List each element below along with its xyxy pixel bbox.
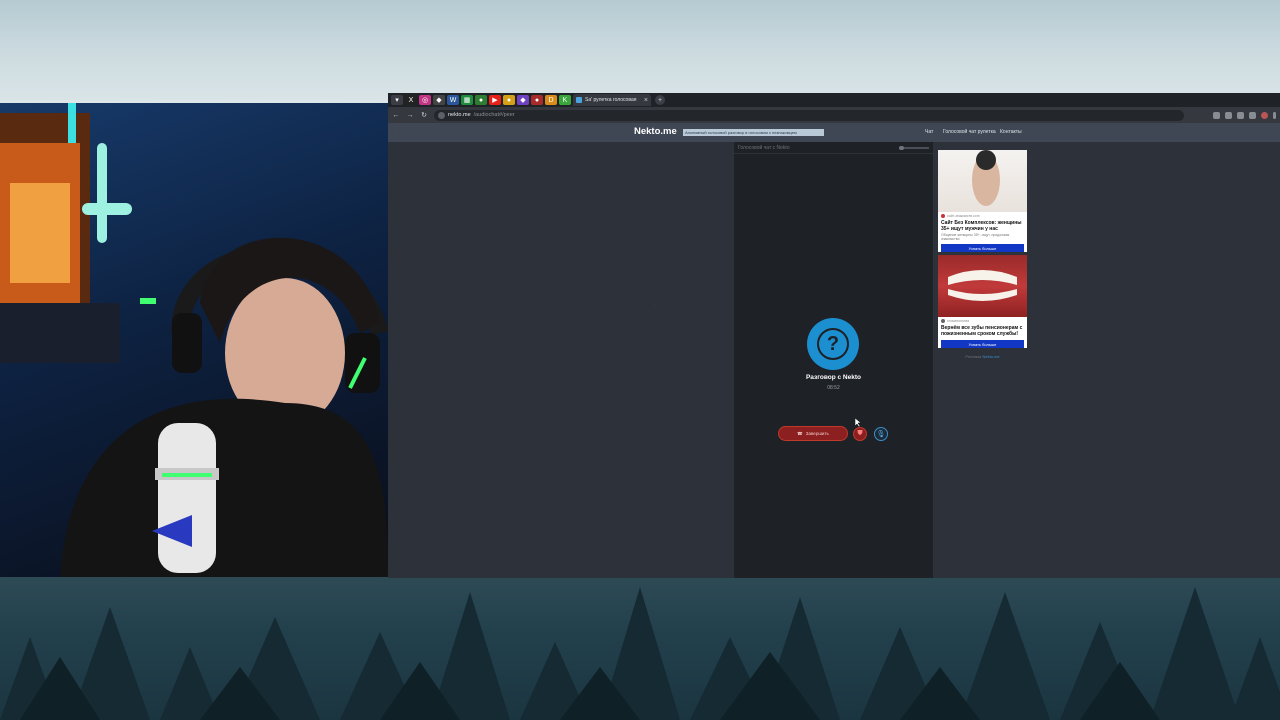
site-info-icon[interactable]: [438, 111, 445, 119]
phone-hangup-icon: ☎: [797, 430, 803, 436]
tab-favicon-k[interactable]: K: [559, 95, 571, 105]
ad-title[interactable]: Сайт Без Комплексов: женщины 35+ ищут му…: [938, 218, 1027, 232]
conversation-timer: 08:52: [827, 385, 840, 391]
tab-favicon-nekto: [576, 97, 582, 103]
conversation-title: Разговор с Nekto: [806, 374, 861, 381]
tab-favicon-app[interactable]: ◆: [433, 95, 445, 105]
web-page: Nekto.me Анонимный голосовой разговор в …: [388, 123, 1280, 578]
extension-icon[interactable]: [1249, 111, 1256, 119]
ad-card[interactable]: стоматология Вернём все зубы пенсионерам…: [938, 255, 1027, 348]
active-tab[interactable]: Sa' рулетка голосовая ×: [573, 94, 651, 106]
url-input[interactable]: nekto.me/audiochat#/peer: [434, 109, 1184, 121]
ad-learn-more-button[interactable]: Узнать больше: [941, 340, 1024, 348]
report-button[interactable]: ⛊: [853, 427, 867, 441]
arrow-left-icon[interactable]: ←: [392, 112, 400, 119]
ad-image: [938, 150, 1027, 212]
menu-icon[interactable]: [1273, 111, 1276, 119]
tab-favicon-word[interactable]: W: [447, 95, 459, 105]
new-tab-button[interactable]: +: [655, 95, 665, 105]
microphone-button[interactable]: 🎙: [874, 427, 888, 441]
tab-favicon-green[interactable]: ●: [475, 95, 487, 105]
tab-favicon-sheets[interactable]: ▦: [461, 95, 473, 105]
extension-icon[interactable]: [1237, 111, 1244, 119]
url-host: nekto.me: [448, 112, 471, 118]
ad-title[interactable]: Вернём все зубы пенсионерам с пожизненны…: [938, 323, 1027, 337]
ad-card[interactable]: сайт-знакомств.com Сайт Без Комплексов: …: [938, 150, 1027, 252]
tab-favicon-x[interactable]: X: [405, 95, 417, 105]
ads-footer: Реклама Nekto.me: [938, 351, 1027, 359]
ads-footer-text: Реклама: [965, 354, 982, 359]
webcam-feed: [0, 103, 388, 577]
tab-favicon-instagram[interactable]: ◎: [419, 95, 431, 105]
microphone-icon: 🎙: [876, 431, 886, 438]
tab-menu-icon[interactable]: ▾: [391, 95, 403, 105]
address-bar: ← → ↻ nekto.me/audiochat#/peer: [388, 107, 1280, 123]
stream-background-sky: [0, 0, 1280, 100]
reload-icon[interactable]: ↻: [420, 111, 428, 119]
partner-avatar: ?: [807, 318, 859, 370]
extension-icon[interactable]: [1213, 111, 1220, 119]
nav-contacts[interactable]: Контакты: [1000, 129, 1022, 135]
tab-favicon-red[interactable]: ●: [531, 95, 543, 105]
voice-chat-panel: Голосовой чат с Nekto ? Разговор с Nekto…: [734, 142, 933, 578]
question-mark-icon: ?: [819, 330, 847, 358]
ad-source-icon: [941, 214, 945, 218]
tab-favicon-purple[interactable]: ◆: [517, 95, 529, 105]
ad-source: сайт-знакомств.com: [947, 214, 980, 218]
stream-background-forest: [0, 577, 1280, 720]
arrow-right-icon[interactable]: →: [406, 112, 414, 119]
ad-source: стоматология: [947, 319, 970, 323]
chat-header-label: Голосовой чат с Nekto: [738, 144, 790, 151]
ads-column: сайт-знакомств.com Сайт Без Комплексов: …: [938, 150, 1027, 359]
ads-footer-link[interactable]: Nekto.me: [983, 354, 1000, 359]
ad-source-icon: [941, 319, 945, 323]
ad-description: Общение женщины 35+, ищут, продолжая зна…: [941, 233, 1010, 241]
site-header: Nekto.me Анонимный голосовой разговор в …: [388, 123, 1280, 142]
tab-favicon-yellow[interactable]: ●: [503, 95, 515, 105]
end-call-button[interactable]: ☎ Завершить: [778, 426, 848, 441]
shield-icon: ⛊: [857, 430, 863, 437]
end-call-label: Завершить: [805, 431, 829, 436]
ad-learn-more-button[interactable]: Узнать больше: [941, 244, 1024, 252]
url-path: /audiochat#/peer: [473, 112, 515, 118]
mouse-cursor-icon: [855, 418, 861, 427]
profile-icon[interactable]: [1261, 111, 1268, 119]
tab-close-icon[interactable]: ×: [644, 97, 648, 104]
tab-favicon-youtube[interactable]: ▶: [489, 95, 501, 105]
site-banner: Анонимный голосовой разговор в голосовом…: [683, 129, 824, 136]
extensions: [1213, 111, 1276, 119]
tab-bar: ▾ X ◎ ◆ W ▦ ● ▶ ● ◆ ● D K Sa' рулетка го…: [388, 93, 1280, 107]
active-tab-title: Sa' рулетка голосовая: [585, 97, 637, 103]
tab-favicon-d[interactable]: D: [545, 95, 557, 105]
volume-slider[interactable]: [899, 145, 929, 150]
chat-header: Голосовой чат с Nekto: [734, 142, 933, 154]
browser-window: ▾ X ◎ ◆ W ▦ ● ▶ ● ◆ ● D K Sa' рулетка го…: [388, 93, 1280, 578]
ad-image: [938, 255, 1027, 317]
bookmark-icon[interactable]: [1225, 111, 1232, 119]
site-logo[interactable]: Nekto.me: [634, 126, 677, 137]
nav-chat[interactable]: Чат: [925, 129, 933, 135]
nav-voice-chat[interactable]: Голосовой чат рулетка: [943, 129, 996, 135]
